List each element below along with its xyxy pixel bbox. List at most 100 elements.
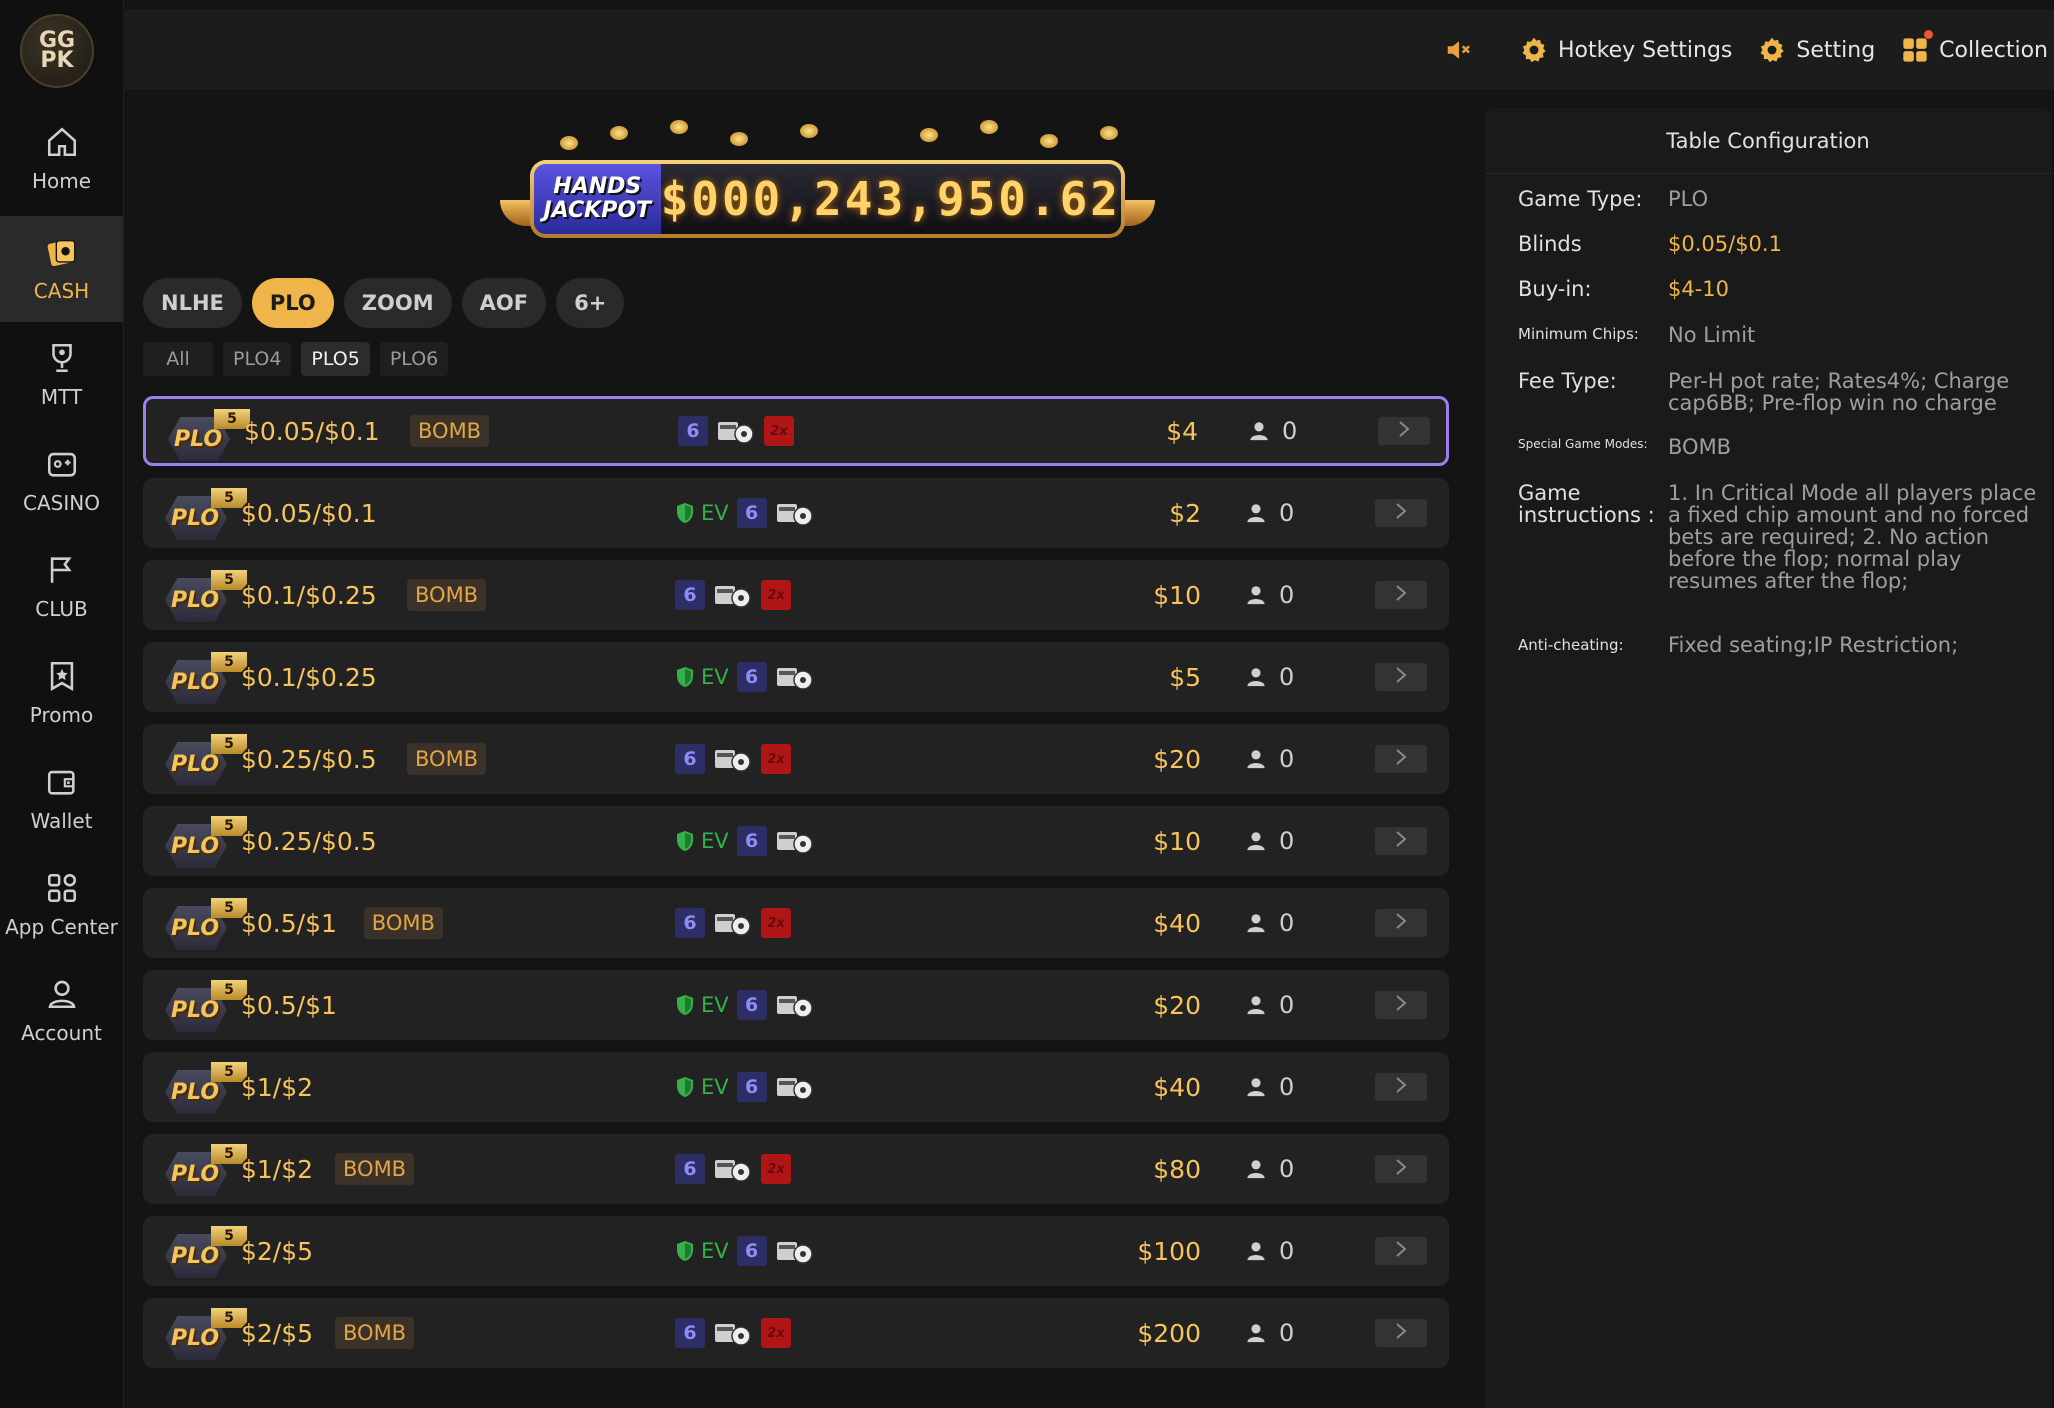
shield-icon — [675, 1240, 695, 1262]
enter-table-button[interactable] — [1375, 663, 1427, 691]
enter-table-button[interactable] — [1375, 499, 1427, 527]
subtab-plo5[interactable]: PLO5 — [301, 342, 370, 376]
seats-badge: 6 — [736, 498, 767, 528]
table-row[interactable]: PLO 5 $0.05/$0.1 EV 6 $2 0 — [143, 478, 1449, 548]
chevron-right-icon — [1394, 666, 1408, 688]
multiplier-badge: 2x — [761, 908, 791, 938]
enter-table-button[interactable] — [1375, 909, 1427, 937]
buyin-value: $20 — [1153, 744, 1201, 774]
plo-badge: PLO 5 — [165, 1226, 247, 1278]
collection-button[interactable]: Collection — [1901, 30, 2048, 64]
tab-nlhe[interactable]: NLHE — [143, 278, 242, 328]
blinds-value: $1/$2 — [241, 1072, 314, 1102]
table-row[interactable]: PLO 5 $2/$5 EV 6 $100 0 — [143, 1216, 1449, 1286]
enter-table-button[interactable] — [1375, 991, 1427, 1019]
table-features: EV 6 — [675, 662, 815, 692]
blinds-value: $0.05/$0.1 — [241, 498, 377, 528]
trophy-icon — [45, 341, 79, 375]
setting-button[interactable]: Setting — [1758, 36, 1875, 64]
seats-badge: 6 — [675, 908, 705, 938]
sidebar-item-label: App Center — [5, 915, 118, 939]
mute-button[interactable] — [1444, 35, 1474, 65]
table-row[interactable]: PLO 5 $0.5/$1 BOMB 6 2x $40 0 — [143, 888, 1449, 958]
buyin-value: $2 — [1169, 498, 1201, 528]
notification-dot — [1924, 30, 1934, 39]
person-icon — [1245, 748, 1267, 770]
person-icon — [1245, 1322, 1267, 1344]
sidebar-item-club[interactable]: CLUB — [0, 534, 123, 640]
table-row[interactable]: PLO 5 $0.1/$0.25 EV 6 $5 0 — [143, 642, 1449, 712]
enter-table-button[interactable] — [1375, 745, 1427, 773]
sidebar-item-app-center[interactable]: App Center — [0, 852, 123, 958]
table-row[interactable]: PLO 5 $0.1/$0.25 BOMB 6 2x $10 0 — [143, 560, 1449, 630]
table-features: 6 2x — [675, 744, 791, 774]
sidebar-item-label: Account — [21, 1021, 102, 1045]
table-row[interactable]: PLO 5 $0.25/$0.5 BOMB 6 2x $20 0 — [143, 724, 1449, 794]
multiplier-badge: 2x — [761, 744, 791, 774]
chevron-right-icon — [1394, 1240, 1408, 1262]
camera-icon — [775, 1236, 815, 1266]
sidebar-item-account[interactable]: Account — [0, 958, 123, 1064]
table-row[interactable]: PLO 5 $1/$2 EV 6 $40 0 — [143, 1052, 1449, 1122]
plo-badge: PLO 5 — [165, 1062, 247, 1114]
shield-icon — [675, 666, 695, 688]
enter-table-button[interactable] — [1375, 1155, 1427, 1183]
sidebar-item-casino[interactable]: CASINO — [0, 428, 123, 534]
tab-aof[interactable]: AOF — [461, 278, 547, 328]
enter-table-button[interactable] — [1375, 1073, 1427, 1101]
gear-icon — [1760, 37, 1785, 63]
plo-badge: PLO 5 — [165, 1308, 247, 1360]
multiplier-badge: 2x — [761, 1318, 791, 1348]
chevron-right-icon — [1397, 420, 1411, 442]
enter-table-button[interactable] — [1375, 827, 1427, 855]
tab-plo[interactable]: PLO — [251, 278, 334, 328]
sidebar-item-cash[interactable]: CASH — [0, 216, 123, 322]
tab-zoom[interactable]: ZOOM — [343, 278, 452, 328]
subtab-plo6[interactable]: PLO6 — [379, 342, 449, 376]
table-row[interactable]: PLO 5 $0.25/$0.5 EV 6 $10 0 — [143, 806, 1449, 876]
seats-badge: 6 — [736, 662, 767, 692]
plo-badge: PLO 5 — [165, 1144, 247, 1196]
sidebar-item-promo[interactable]: Promo — [0, 640, 123, 746]
table-row[interactable]: PLO 5 $2/$5 BOMB 6 2x $200 0 — [143, 1298, 1449, 1368]
ev-badge: EV — [675, 501, 729, 525]
camera-icon — [775, 1072, 815, 1102]
enter-table-button[interactable] — [1378, 417, 1430, 445]
subtab-all[interactable]: All — [143, 342, 213, 376]
multiplier-badge: 2x — [761, 1154, 791, 1184]
player-count: 0 — [1245, 827, 1294, 855]
player-count: 0 — [1245, 581, 1294, 609]
person-icon — [1245, 666, 1267, 688]
promo-icon — [45, 659, 79, 693]
config-title: Table Configuration — [1485, 108, 2051, 174]
sidebar-item-mtt[interactable]: MTT — [0, 322, 123, 428]
table-row[interactable]: PLO 5 $1/$2 BOMB 6 2x $80 0 — [143, 1134, 1449, 1204]
buyin-value: $80 — [1153, 1154, 1201, 1184]
collection-label: Collection — [1939, 37, 2048, 63]
config-anti-cheating: Anti-cheating: Fixed seating;IP Restrict… — [1518, 633, 1959, 657]
ev-badge: EV — [675, 993, 729, 1017]
bomb-badge: BOMB — [335, 1153, 415, 1185]
buyin-value: $100 — [1137, 1236, 1201, 1266]
chevron-right-icon — [1394, 994, 1408, 1016]
chevron-right-icon — [1394, 748, 1408, 770]
blinds-value: $2/$5 — [241, 1318, 314, 1348]
table-row[interactable]: PLO 5 $0.05/$0.1 BOMB 6 2x $4 0 — [143, 396, 1449, 466]
chevron-right-icon — [1394, 502, 1408, 524]
table-features: 6 2x — [678, 416, 794, 446]
table-features: 6 2x — [675, 1154, 791, 1184]
buyin-value: $40 — [1153, 1072, 1201, 1102]
hotkey-settings-button[interactable]: Hotkey Settings — [1520, 36, 1732, 64]
sidebar-item-wallet[interactable]: Wallet — [0, 746, 123, 852]
enter-table-button[interactable] — [1375, 1319, 1427, 1347]
logo-text: GG PK — [38, 28, 76, 73]
table-row[interactable]: PLO 5 $0.5/$1 EV 6 $20 0 — [143, 970, 1449, 1040]
chevron-right-icon — [1394, 584, 1408, 606]
tab-6plus[interactable]: 6+ — [556, 278, 625, 328]
subtab-plo4[interactable]: PLO4 — [223, 342, 292, 376]
sidebar-item-home[interactable]: Home — [0, 106, 123, 212]
app-logo[interactable]: GG PK — [20, 14, 94, 88]
enter-table-button[interactable] — [1375, 1237, 1427, 1265]
camera-icon — [716, 416, 756, 446]
enter-table-button[interactable] — [1375, 581, 1427, 609]
